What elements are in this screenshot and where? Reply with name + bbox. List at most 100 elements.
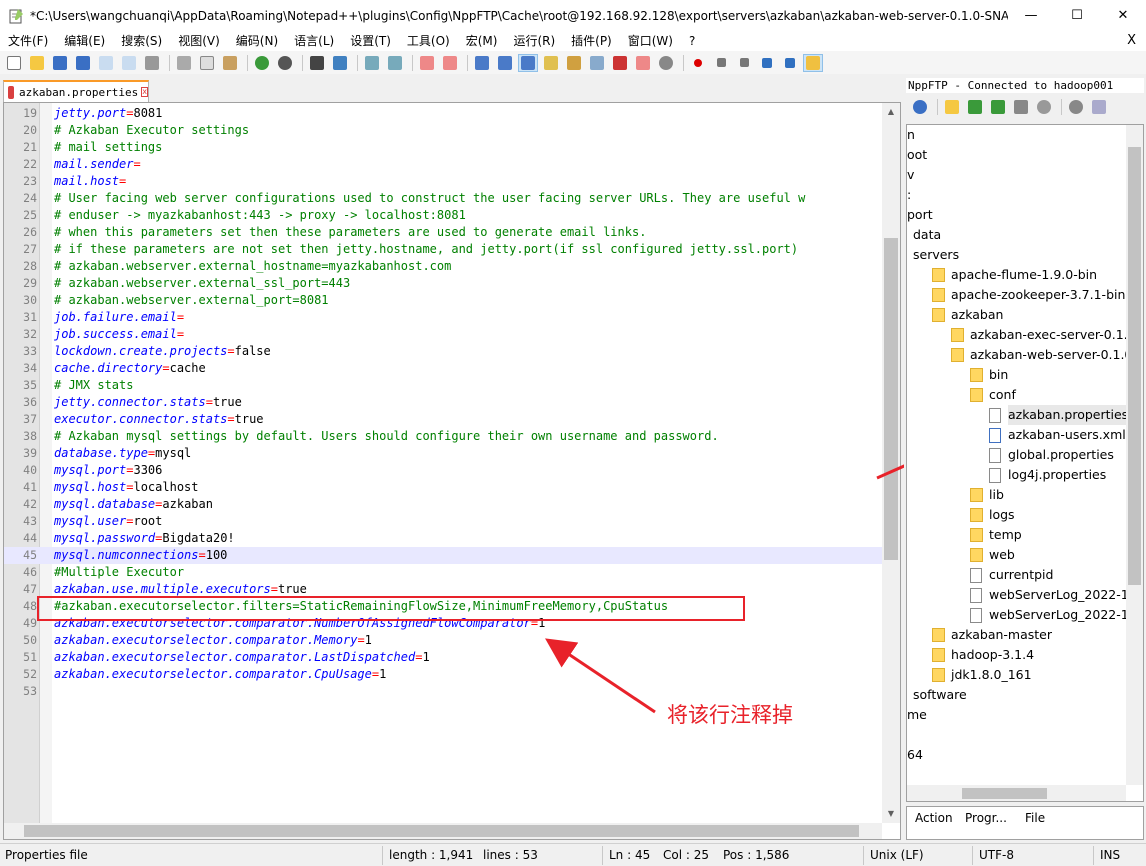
tree-folder[interactable]: temp (970, 525, 1022, 545)
tree-vscroll-thumb[interactable] (1128, 147, 1141, 585)
settings-gear-icon[interactable] (1066, 98, 1086, 116)
code-line[interactable]: 30 # azkaban.webserver.external_port=8081 (4, 292, 882, 309)
cut-icon[interactable] (174, 54, 194, 72)
record-macro-icon[interactable] (688, 54, 708, 72)
tree-file[interactable]: webServerLog_2022-11-27 (970, 605, 1143, 625)
tree-folder[interactable]: apache-zookeeper-3.7.1-bin (932, 285, 1125, 305)
code-line[interactable]: 28 # azkaban.webserver.external_hostname=… (4, 258, 882, 275)
tree-item[interactable]: : (907, 185, 911, 205)
editor-hscroll-thumb[interactable] (24, 825, 859, 837)
sync-vertical-icon[interactable] (417, 54, 437, 72)
code-line[interactable]: 43 mysql.user=root (4, 513, 882, 530)
code-line[interactable]: 51 azkaban.executorselector.comparator.La… (4, 649, 882, 666)
tree-item[interactable]: servers (913, 245, 959, 265)
print-icon[interactable] (142, 54, 162, 72)
menu-run[interactable]: 运行(R) (505, 31, 563, 51)
function-list-icon[interactable] (587, 54, 607, 72)
tree-file[interactable]: currentpid (970, 565, 1053, 585)
undo-icon[interactable] (252, 54, 272, 72)
code-line[interactable]: 40 mysql.port=3306 (4, 462, 882, 479)
tree-horizontal-scrollbar[interactable] (907, 785, 1126, 801)
tree-file[interactable]: azkaban.properties (989, 405, 1129, 425)
indent-guide-icon[interactable] (518, 53, 538, 72)
code-line[interactable]: 42 mysql.database=azkaban (4, 496, 882, 513)
message-window-icon[interactable] (1089, 98, 1109, 116)
play-macro-icon[interactable] (734, 54, 754, 72)
code-line[interactable]: 39 database.type=mysql (4, 445, 882, 462)
tree-folder[interactable]: azkaban (932, 305, 1003, 325)
tree-folder[interactable]: conf (970, 385, 1016, 405)
new-file-icon[interactable] (4, 54, 24, 72)
tree-file[interactable]: log4j.properties (989, 465, 1106, 485)
code-line[interactable]: 46 #Multiple Executor (4, 564, 882, 581)
abort-icon[interactable] (1034, 98, 1054, 116)
tab-close-icon[interactable]: x (141, 87, 148, 97)
close-button[interactable]: ✕ (1100, 0, 1146, 31)
tree-item[interactable]: software (913, 685, 967, 705)
code-line[interactable]: 24 # User facing web server configuration… (4, 190, 882, 207)
editor-vertical-scrollbar[interactable]: ▲ ▼ (882, 103, 900, 823)
code-line[interactable]: 37 executor.connector.stats=true (4, 411, 882, 428)
editor-horizontal-scrollbar[interactable] (4, 823, 882, 839)
code-line[interactable]: 44 mysql.password=Bigdata20! (4, 530, 882, 547)
tree-item[interactable]: 64 (907, 745, 923, 765)
code-line[interactable]: 22 mail.sender= (4, 156, 882, 173)
menu-edit[interactable]: 编辑(E) (56, 31, 113, 51)
nppftp-icon[interactable] (803, 53, 823, 72)
close-file-icon[interactable] (96, 54, 116, 72)
tree-item[interactable]: data (913, 225, 941, 245)
copy-icon[interactable] (197, 54, 217, 72)
folder-workspace-icon[interactable] (610, 54, 630, 72)
show-all-chars-icon[interactable] (495, 54, 515, 72)
tree-hscroll-thumb[interactable] (962, 788, 1047, 799)
tree-folder[interactable]: azkaban-web-server-0.1.0-SNA (951, 345, 1143, 365)
doc-map-icon[interactable] (564, 54, 584, 72)
word-wrap-icon[interactable] (472, 54, 492, 72)
save-macro-icon[interactable] (780, 54, 800, 72)
menu-plugins[interactable]: 插件(P) (563, 31, 620, 51)
refresh-icon[interactable] (1011, 98, 1031, 116)
queue-col-progress[interactable]: Progr... (965, 811, 1007, 825)
code-line[interactable]: 35 # JMX stats (4, 377, 882, 394)
code-line[interactable]: 25 # enduser -> myazkabanhost:443 -> prox… (4, 207, 882, 224)
tree-item[interactable]: n (907, 125, 915, 145)
connect-icon[interactable] (910, 98, 930, 116)
code-line[interactable]: 21 # mail settings (4, 139, 882, 156)
code-line[interactable]: 34 cache.directory=cache (4, 360, 882, 377)
menu-window[interactable]: 窗口(W) (620, 31, 681, 51)
menu-encoding[interactable]: 编码(N) (228, 31, 286, 51)
code-line[interactable]: 38 # Azkaban mysql settings by default. U… (4, 428, 882, 445)
queue-col-file[interactable]: File (1025, 811, 1045, 825)
code-line[interactable]: 31 job.failure.email= (4, 309, 882, 326)
editor-vscroll-thumb[interactable] (884, 238, 898, 560)
play-multiple-icon[interactable] (757, 54, 777, 72)
tab-azkaban-properties[interactable]: azkaban.properties x (3, 80, 149, 102)
tree-file[interactable]: global.properties (989, 445, 1114, 465)
zoom-out-icon[interactable] (385, 54, 405, 72)
menu-macro[interactable]: 宏(M) (458, 31, 506, 51)
menu-settings[interactable]: 设置(T) (342, 31, 399, 51)
open-file-icon[interactable] (27, 54, 47, 72)
udl-icon[interactable] (541, 54, 561, 72)
maximize-button[interactable]: ☐ (1054, 0, 1100, 31)
save-all-icon[interactable] (73, 54, 93, 72)
menu-search[interactable]: 搜索(S) (113, 31, 170, 51)
tree-folder[interactable]: web (970, 545, 1015, 565)
close-all-icon[interactable] (119, 54, 139, 72)
tree-file[interactable]: webServerLog_2022-11-27 (970, 585, 1143, 605)
tree-item[interactable]: me (907, 705, 927, 725)
tree-folder[interactable]: hadoop-3.1.4 (932, 645, 1034, 665)
code-line[interactable]: 41 mysql.host=localhost (4, 479, 882, 496)
tree-vertical-scrollbar[interactable] (1126, 125, 1143, 785)
paste-icon[interactable] (220, 54, 240, 72)
replace-icon[interactable] (330, 54, 350, 72)
menu-view[interactable]: 视图(V) (170, 31, 228, 51)
tree-item[interactable]: oot (907, 145, 927, 165)
save-icon[interactable] (50, 54, 70, 72)
find-icon[interactable] (307, 54, 327, 72)
code-line[interactable]: 52 azkaban.executorselector.comparator.Cp… (4, 666, 882, 683)
code-line[interactable]: 23 mail.host= (4, 173, 882, 190)
code-line[interactable]: 19 jetty.port=8081 (4, 105, 882, 122)
editor[interactable]: 19 jetty.port=8081 20 # Azkaban Executor se… (3, 102, 901, 840)
redo-icon[interactable] (275, 54, 295, 72)
